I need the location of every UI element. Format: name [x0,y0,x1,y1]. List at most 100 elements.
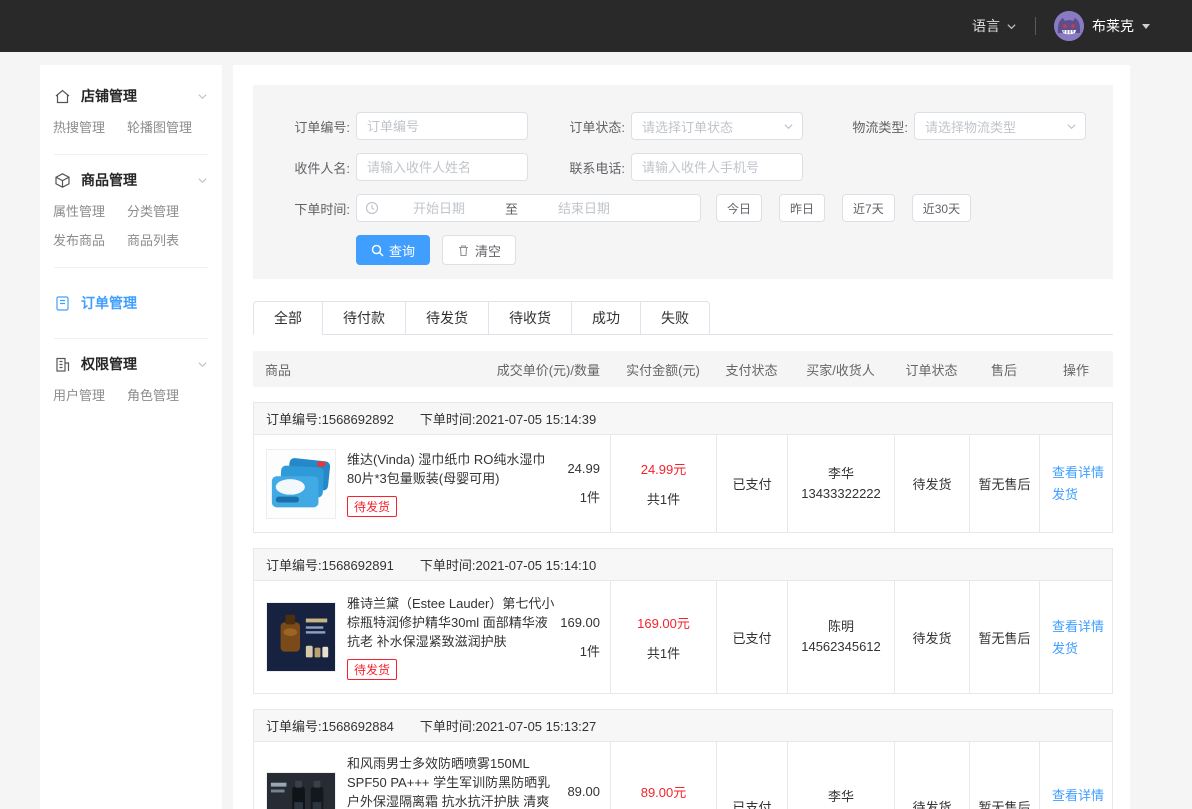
tab-failed[interactable]: 失败 [640,301,710,335]
order-number: 订单编号:1568692884 [266,716,394,735]
sidebar-item-hot-search-mgmt[interactable]: 热搜管理 [53,117,127,136]
order-time-label: 下单时间: [283,199,350,218]
tab-pending-shipment[interactable]: 待发货 [405,301,489,335]
sidebar-item-attribute-mgmt[interactable]: 属性管理 [53,201,127,220]
product-image-serum [266,602,336,672]
order-status-placeholder: 请选择订单状态 [642,117,783,136]
product-status-tag: 待发货 [347,659,397,680]
tab-pending-receipt[interactable]: 待收货 [488,301,572,335]
col-pay-status: 支付状态 [716,360,787,379]
topbar-divider [1035,17,1036,35]
quantity: 1件 [580,487,600,506]
sidebar-item-category-mgmt[interactable]: 分类管理 [127,201,222,220]
buyer-phone: 13433322222 [801,484,881,504]
ship-link[interactable]: 发货 [1052,638,1078,659]
sidebar-item-product-list[interactable]: 商品列表 [127,230,222,249]
tab-pending-payment[interactable]: 待付款 [322,301,406,335]
pay-status: 已支付 [717,742,788,809]
sidebar-item-order-mgmt[interactable]: 订单管理 [40,286,222,320]
col-product: 商品 [265,360,291,379]
building-icon [54,356,71,373]
start-date-input[interactable] [379,201,499,216]
pay-status: 已支付 [717,435,788,532]
receiver-name-label: 收件人名: [283,158,350,177]
date-separator: 至 [499,199,524,218]
logistics-type-placeholder: 请选择物流类型 [925,117,1066,136]
receiver-name-input[interactable] [356,153,528,181]
clear-button[interactable]: 清空 [442,235,516,265]
order-card: 订单编号:1568692884 下单时间:2021-07-05 15:13:27 [253,709,1113,809]
order-status: 待发货 [895,742,970,809]
col-buyer: 买家/收货人 [787,360,894,379]
sidebar-group-label: 商品管理 [81,170,197,190]
order-time: 下单时间:2021-07-05 15:14:39 [420,409,596,428]
language-dropdown[interactable]: 语言 [972,16,1017,36]
after-sale-status: 暂无售后 [970,742,1040,809]
logistics-type-label: 物流类型: [841,117,908,136]
username: 布莱克 [1092,16,1134,36]
order-time: 下单时间:2021-07-05 15:14:10 [420,555,596,574]
trash-icon [457,244,470,257]
user-menu[interactable]: 布莱克 [1054,11,1150,41]
product-status-tag: 待发货 [347,496,397,517]
product-title: 维达(Vinda) 湿巾纸巾 RO纯水湿巾 80片*3包量贩装(母婴可用) [347,450,560,488]
after-sale-status: 暂无售后 [970,581,1040,693]
order-status: 待发货 [895,435,970,532]
unit-price: 89.00 [567,784,600,799]
contact-phone-input[interactable] [631,153,803,181]
order-time-range-picker[interactable]: 至 [356,194,701,222]
range-last7days-button[interactable]: 近7天 [842,194,895,222]
buyer-name: 李华 [828,464,854,484]
language-label: 语言 [972,16,1000,36]
tab-success[interactable]: 成功 [571,301,641,335]
sidebar-item-publish-product[interactable]: 发布商品 [53,230,127,249]
product-image-wipes [266,449,336,519]
logistics-type-select[interactable]: 请选择物流类型 [914,112,1086,140]
range-yesterday-button[interactable]: 昨日 [779,194,825,222]
paid-amount: 169.00元 [637,613,690,632]
status-tabs: 全部 待付款 待发货 待收货 成功 失败 [253,301,1113,335]
order-number: 订单编号:1568692891 [266,555,394,574]
ship-link[interactable]: 发货 [1052,484,1078,505]
sidebar-group-product-mgmt[interactable]: 商品管理 [40,163,222,197]
sidebar-group-permission-mgmt[interactable]: 权限管理 [40,347,222,381]
buyer-name: 李华 [828,787,854,807]
view-detail-link[interactable]: 查看详情 [1052,616,1104,637]
order-status-select[interactable]: 请选择订单状态 [631,112,803,140]
search-button[interactable]: 查询 [356,235,430,265]
unit-price: 24.99 [567,461,600,476]
paid-count: 共1件 [647,643,680,662]
tab-all[interactable]: 全部 [253,301,323,335]
sidebar-item-user-mgmt[interactable]: 用户管理 [53,385,127,404]
pay-status: 已支付 [717,581,788,693]
col-order-status: 订单状态 [894,360,969,379]
chevron-down-icon [197,359,208,370]
magnifier-icon [371,244,384,257]
avatar [1054,11,1084,41]
order-card-header: 订单编号:1568692884 下单时间:2021-07-05 15:13:27 [254,710,1112,742]
col-paid-amount: 实付金额(元) [610,360,716,379]
sidebar-item-role-mgmt[interactable]: 角色管理 [127,385,222,404]
order-no-label: 订单编号: [283,117,350,136]
col-unit-price-qty: 成交单价(元)/数量 [497,360,600,379]
sidebar-group-shop-mgmt[interactable]: 店铺管理 [40,79,222,113]
paid-amount: 89.00元 [641,782,687,801]
quantity: 1件 [580,641,600,660]
range-last30days-button[interactable]: 近30天 [912,194,971,222]
order-no-input[interactable] [356,112,528,140]
order-number: 订单编号:1568692892 [266,409,394,428]
topbar: 语言 布莱克 [0,0,1192,52]
view-detail-link[interactable]: 查看详情 [1052,785,1104,806]
chevron-down-icon [1066,121,1077,132]
end-date-input[interactable] [524,201,644,216]
product-title: 雅诗兰黛（Estee Lauder）第七代小棕瓶特润修护精华30ml 面部精华液… [347,594,560,651]
after-sale-status: 暂无售后 [970,435,1040,532]
product-image-spray [266,772,336,809]
sidebar-item-carousel-mgmt[interactable]: 轮播图管理 [127,117,222,136]
document-icon [54,295,71,312]
unit-price: 169.00 [560,615,600,630]
view-detail-link[interactable]: 查看详情 [1052,462,1104,483]
col-actions: 操作 [1039,360,1113,379]
range-today-button[interactable]: 今日 [716,194,762,222]
sidebar: 店铺管理 热搜管理 轮播图管理 商品管理 属性管理 分类管理 发布商品 商品列表… [40,65,222,809]
